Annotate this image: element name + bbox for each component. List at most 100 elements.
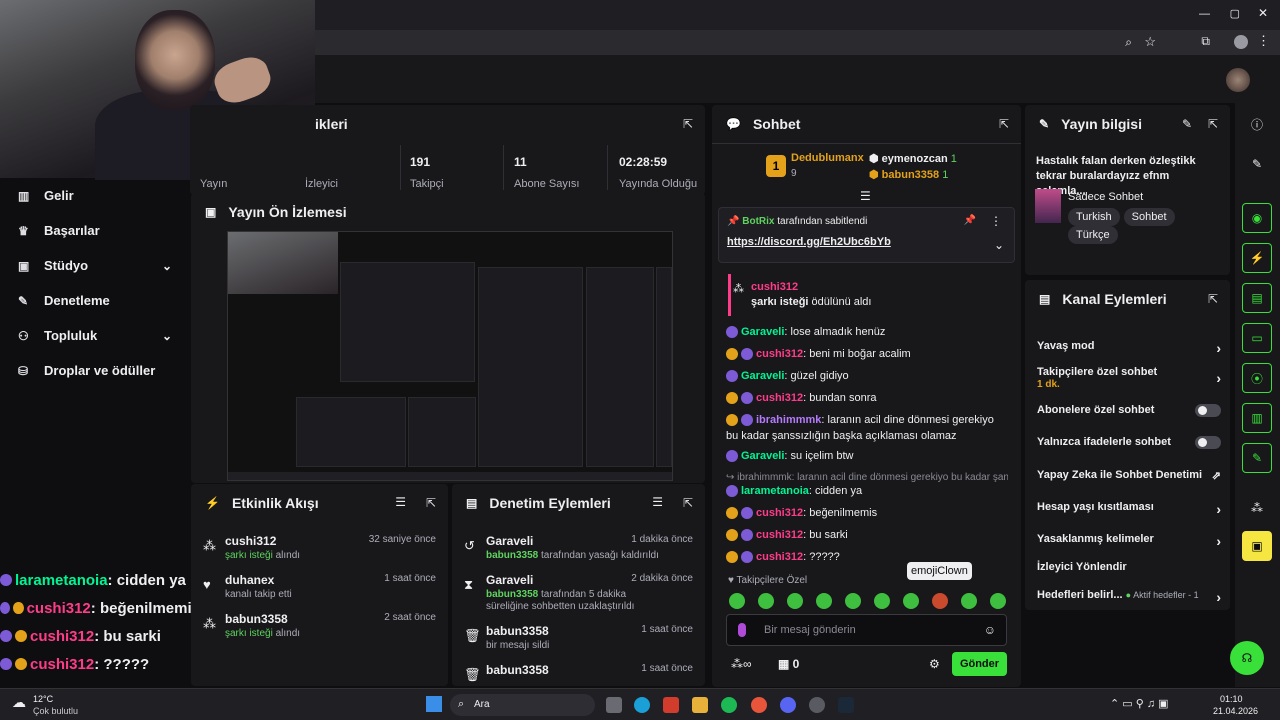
- emote-icon[interactable]: [845, 593, 861, 609]
- edit-icon[interactable]: ✎: [1182, 117, 1192, 131]
- points-balance[interactable]: ▦ 0: [778, 657, 799, 671]
- emote-icon[interactable]: [903, 593, 919, 609]
- followers-only-row[interactable]: Takipçilere özel sohbet 1 dk. ›: [1037, 366, 1221, 390]
- sidebar-item-drops[interactable]: ⛁ Droplar ve ödüller: [0, 353, 190, 388]
- notes-icon[interactable]: ▤: [1242, 283, 1272, 313]
- popout-icon[interactable]: ⇱: [683, 496, 693, 510]
- popout-icon[interactable]: ⇱: [1208, 292, 1218, 306]
- activity-row[interactable]: ♥ duhanex kanalı takip etti 1 saat önce: [203, 573, 436, 611]
- category-thumbnail[interactable]: [1035, 189, 1061, 223]
- leader-1-name[interactable]: Dedublumanx: [791, 152, 864, 164]
- chat-message[interactable]: larametanoia: cidden ya: [726, 483, 1008, 499]
- close-icon[interactable]: ✕: [1258, 6, 1268, 20]
- chat-message[interactable]: cushi312: bundan sonra: [726, 390, 1008, 406]
- user-avatar[interactable]: [1226, 68, 1250, 92]
- clip-icon[interactable]: ◉: [1242, 203, 1272, 233]
- goals-row[interactable]: Hedefleri belirl... ● Aktif hedefler - 1…: [1037, 589, 1221, 605]
- account-age-row[interactable]: Hesap yaşı kısıtlaması ›: [1037, 501, 1221, 517]
- subscribers-only-toggle[interactable]: [1195, 404, 1221, 417]
- emote-icon[interactable]: [874, 593, 890, 609]
- emote-icon[interactable]: [758, 593, 774, 609]
- emote-icon[interactable]: [729, 593, 745, 609]
- moderation-row[interactable]: 🗑 babun3358 bir mesajı sildi 1 saat önce: [464, 624, 693, 662]
- tray-icons[interactable]: ⌃ ▭ ⚲ ♫ ▣: [1110, 697, 1169, 710]
- tag[interactable]: Turkish: [1068, 208, 1120, 226]
- chat-settings-icon[interactable]: ⚙: [929, 657, 940, 671]
- help-icon[interactable]: ☊: [1230, 641, 1264, 675]
- app-icon[interactable]: [809, 697, 825, 713]
- moderation-row[interactable]: ⧗ Garaveli babun3358 tarafından 5 dakika…: [464, 573, 693, 618]
- leader-3-name[interactable]: ⬢ babun3358 1: [869, 168, 948, 181]
- raid-row[interactable]: İzleyici Yönlendir: [1037, 561, 1221, 573]
- windows-start-icon[interactable]: [426, 696, 442, 712]
- extensions-icon[interactable]: ⧉: [1201, 34, 1210, 49]
- profile-avatar[interactable]: [1234, 35, 1248, 49]
- emote-only-toggle[interactable]: [1195, 436, 1221, 449]
- send-button[interactable]: Gönder: [952, 652, 1007, 676]
- stream-preview-video[interactable]: [227, 231, 673, 481]
- chat-message[interactable]: cushi312: beğenilmemis: [726, 505, 1008, 521]
- info-icon[interactable]: ⓘ: [1242, 109, 1272, 139]
- moderation-row[interactable]: 🗑 babun3358 1 saat önce: [464, 663, 693, 686]
- chat-message[interactable]: Garaveli: su içelim btw: [726, 448, 1008, 464]
- lightning-icon[interactable]: ⚡: [1242, 243, 1272, 273]
- wrench-icon[interactable]: ✎: [1242, 443, 1272, 473]
- edge-icon[interactable]: [634, 697, 650, 713]
- chat-message[interactable]: cushi312: bu sarki: [726, 527, 1008, 543]
- chat-message[interactable]: cushi312: beni mi boğar acalim: [726, 346, 1008, 362]
- chat-message[interactable]: Garaveli: güzel gidiyo: [726, 368, 1008, 384]
- discord-icon[interactable]: [780, 697, 796, 713]
- category-name[interactable]: Sadece Sohbet: [1068, 191, 1143, 203]
- spotify-icon[interactable]: [721, 697, 737, 713]
- chevron-down-icon[interactable]: ⌄: [994, 238, 1004, 252]
- points-icon[interactable]: ⁂: [1242, 493, 1272, 523]
- emoji-clown-icon[interactable]: [932, 593, 948, 609]
- emote-only-row[interactable]: Yalnızca ifadelerle sohbet: [1037, 436, 1221, 449]
- chat-icon[interactable]: ▭: [1242, 323, 1272, 353]
- banned-words-row[interactable]: Yasaklanmış kelimeler ›: [1037, 533, 1221, 549]
- sidebar-item-revenue[interactable]: ▥ Gelir: [0, 178, 190, 213]
- more-icon[interactable]: ⋮: [990, 214, 1002, 228]
- minimize-icon[interactable]: —: [1199, 8, 1210, 20]
- sidebar-item-achievements[interactable]: ♛ Başarılar: [0, 213, 190, 248]
- pinned-link[interactable]: https://discord.gg/Eh2Ubc6bYb: [727, 236, 891, 248]
- broadcast-icon[interactable]: ⦿: [1242, 363, 1272, 393]
- popout-icon[interactable]: ⇱: [426, 496, 436, 510]
- sidebar-item-studio[interactable]: ▣ Stüdyo ⌄: [0, 248, 190, 283]
- popout-icon[interactable]: ⇱: [1208, 117, 1218, 131]
- mic-icon[interactable]: [738, 623, 746, 637]
- chat-message[interactable]: ibrahimmmk: laranın acil dine dönmesi ge…: [726, 412, 1008, 444]
- redeem-user[interactable]: cushi312: [751, 281, 798, 293]
- subscribers-only-row[interactable]: Abonelere özel sohbet: [1037, 404, 1221, 417]
- popout-icon[interactable]: ⇱: [683, 117, 693, 131]
- pin-icon[interactable]: 📌: [964, 215, 976, 226]
- activity-row[interactable]: ⁂ cushi312 şarkı isteği alındı 32 saniye…: [203, 534, 436, 572]
- menu-icon[interactable]: ⋮: [1257, 33, 1270, 49]
- filter-icon[interactable]: ☰: [395, 495, 406, 509]
- taskbar-search[interactable]: ⌕ Ara: [450, 694, 595, 716]
- expand-icon[interactable]: ☰: [860, 189, 871, 203]
- popout-icon[interactable]: ⇱: [999, 117, 1009, 131]
- task-view-icon[interactable]: [606, 697, 622, 713]
- chat-input[interactable]: Bir mesaj gönderin ☺: [726, 614, 1007, 646]
- emote-icon[interactable]: [816, 593, 832, 609]
- steam-icon[interactable]: [838, 697, 854, 713]
- extension-icon[interactable]: ▣: [1242, 531, 1272, 561]
- slow-mode-row[interactable]: Yavaş mod ›: [1037, 340, 1221, 356]
- folder-icon[interactable]: [692, 697, 708, 713]
- ai-moderation-row[interactable]: Yapay Zeka ile Sohbet Denetimi ⇗: [1037, 469, 1221, 482]
- ad-icon[interactable]: ▥: [1242, 403, 1272, 433]
- chrome-icon[interactable]: [751, 697, 767, 713]
- url-bar[interactable]: ⌕ ☆ ⧉ ⋮: [315, 30, 1280, 55]
- emote-icon[interactable]: [787, 593, 803, 609]
- tag[interactable]: Türkçe: [1068, 226, 1118, 244]
- emote-icon[interactable]: [990, 593, 1006, 609]
- activity-row[interactable]: ⁂ babun3358 şarkı isteği alındı 2 saat ö…: [203, 612, 436, 650]
- app-icon[interactable]: [663, 697, 679, 713]
- leader-2-name[interactable]: ⬢ eymenozcan 1: [869, 152, 957, 165]
- emoji-picker-icon[interactable]: ☺: [984, 623, 996, 637]
- pinned-message[interactable]: 📌 BotRix tarafından sabitlendi https://d…: [718, 207, 1015, 263]
- points-icon[interactable]: ⁂∞: [731, 657, 752, 671]
- zoom-icon[interactable]: ⌕: [1125, 35, 1132, 50]
- maximize-icon[interactable]: ▢: [1230, 7, 1240, 20]
